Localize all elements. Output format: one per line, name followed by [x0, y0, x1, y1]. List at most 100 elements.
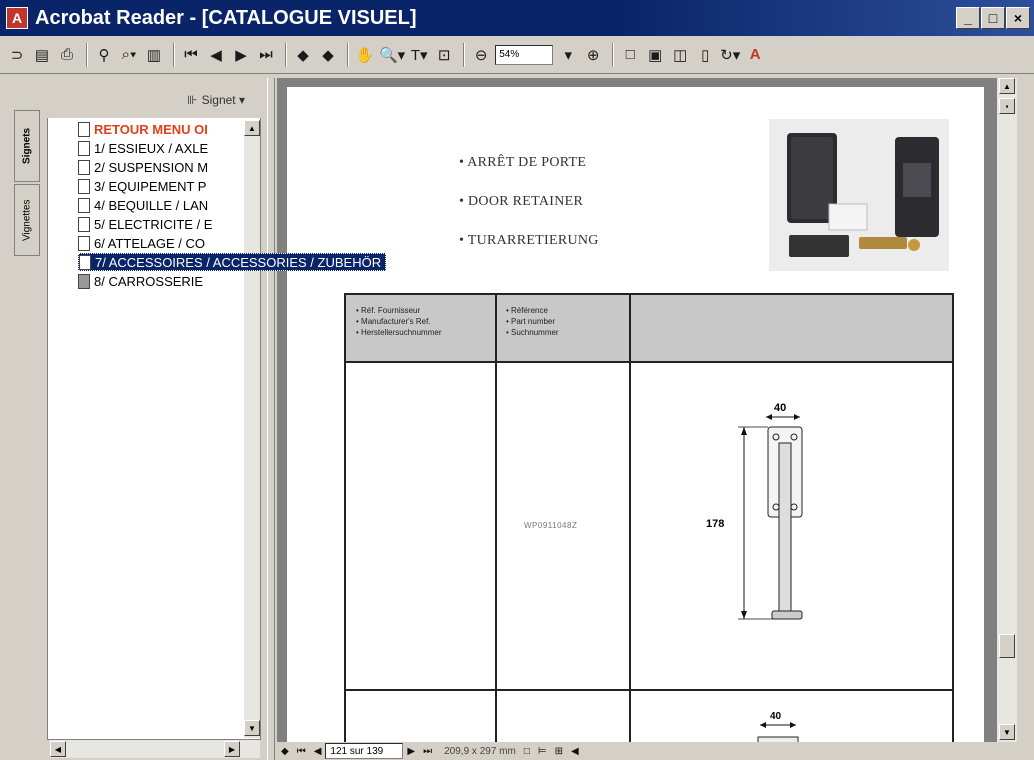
actual-size-icon[interactable]: □	[619, 42, 641, 68]
page-icon	[78, 159, 90, 175]
fit-visible-icon[interactable]: ▯	[694, 42, 716, 68]
bookmark-item[interactable]: 6/ ATTELAGE / CO	[78, 234, 205, 252]
bookmarks-header: ⊪ Signet ▾	[47, 82, 261, 118]
facing-pages-icon[interactable]: ⊞	[555, 746, 563, 757]
bookmark-item[interactable]: 5/ ELECTRICITE / E	[78, 215, 212, 233]
print-icon[interactable]: ⎙	[56, 42, 78, 68]
last-page-icon[interactable]: ⏭	[255, 42, 277, 68]
zoom-dropdown-icon[interactable]: ▾	[557, 42, 579, 68]
zoom-tool-icon[interactable]: 🔍▾	[379, 42, 405, 68]
previous-page-icon[interactable]: ◀	[205, 42, 227, 68]
go-back-icon[interactable]: ◆	[292, 42, 314, 68]
graphics-select-icon[interactable]: ⊡	[433, 42, 455, 68]
first-page-icon[interactable]: ⏮	[297, 746, 306, 757]
maximize-button[interactable]: □	[981, 7, 1005, 29]
toolbar-separator	[463, 42, 466, 67]
scroll-up-icon[interactable]: ▲	[999, 78, 1015, 94]
fit-width-icon[interactable]: ◫	[669, 42, 691, 68]
heading-line-en: • DOOR RETAINER	[459, 194, 584, 209]
page-icon	[78, 140, 90, 156]
go-back-icon[interactable]: ◆	[281, 746, 289, 757]
rotate-icon[interactable]: ↻▾	[719, 42, 741, 68]
scroll-right-icon[interactable]: ▶	[224, 741, 240, 757]
status-bar: ◆ ⏮ ◀ 121 sur 139 ▶ ⏭ 209,9 x 297 mm □ ⊨…	[277, 742, 1017, 760]
scroll-up-icon[interactable]: ▲	[244, 120, 260, 136]
bookmarks-vertical-scrollbar[interactable]: ▲ ▼	[244, 120, 260, 738]
bookmark-item[interactable]: 2/ SUSPENSION M	[78, 158, 208, 176]
text-select-icon[interactable]: T▾	[408, 42, 430, 68]
bookmark-options-menu[interactable]: Signet ▾	[202, 93, 245, 107]
show-hide-nav-icon[interactable]: ▥	[143, 42, 165, 68]
fit-page-icon[interactable]: ▣	[644, 42, 666, 68]
title-bar[interactable]: A Acrobat Reader - [CATALOGUE VISUEL] _ …	[0, 0, 1034, 36]
toolbar-separator	[86, 42, 88, 67]
previous-page-icon[interactable]: ◀	[314, 746, 322, 757]
single-page-icon[interactable]: □	[524, 746, 530, 757]
first-page-icon[interactable]: ⏮	[180, 42, 202, 68]
open-icon[interactable]: ⊃	[6, 42, 28, 68]
page-number-field[interactable]: 121 sur 139	[325, 743, 404, 759]
acrobat-window: A Acrobat Reader - [CATALOGUE VISUEL] _ …	[0, 0, 1034, 760]
next-page-icon[interactable]: ▶	[407, 746, 415, 757]
bookmark-item[interactable]: 8/ CARROSSERIE	[78, 272, 203, 290]
page-icon	[78, 178, 90, 194]
search-icon[interactable]: ⌕▾	[118, 42, 140, 68]
bookmark-item-selected[interactable]: 7/ ACCESSOIRES / ACCESSORIES / ZUBEHÖR	[78, 253, 387, 271]
bookmark-item[interactable]: 3/ EQUIPEMENT P	[78, 177, 206, 195]
bookmark-list: RETOUR MENU OI 1/ ESSIEUX / AXLE 2/ SUSP…	[50, 120, 245, 730]
table-divider	[495, 295, 497, 755]
page-icon	[78, 273, 90, 289]
parts-table: • Réf. Fournisseur • Manufacturer's Ref.…	[344, 293, 954, 755]
zoom-field[interactable]: 54%	[495, 44, 554, 65]
dim-width-label: 40	[774, 402, 786, 414]
hscroll-left-icon[interactable]: ◀	[571, 746, 579, 757]
dim-width-label-2: 40	[770, 711, 782, 722]
pdf-page: • ARRÊT DE PORTE • DOOR RETAINER • TURAR…	[287, 87, 984, 755]
bookmarks-horizontal-scrollbar[interactable]: ◀ ▶	[50, 740, 260, 758]
page-icon	[79, 254, 91, 270]
hand-tool-icon[interactable]: ✋	[354, 42, 376, 68]
tab-vignettes[interactable]: Vignettes	[14, 184, 40, 256]
toolbar-separator	[612, 42, 615, 67]
bookmark-item[interactable]: 4/ BEQUILLE / LAN	[78, 196, 208, 214]
scroll-down-icon[interactable]: ▼	[999, 724, 1015, 740]
save-icon[interactable]: ▤	[31, 42, 53, 68]
find-icon[interactable]: ⚲	[93, 42, 115, 68]
close-button[interactable]: ×	[1006, 7, 1030, 29]
bookmark-item[interactable]: RETOUR MENU OI	[78, 120, 208, 138]
bookmark-item[interactable]: 1/ ESSIEUX / AXLE	[78, 139, 208, 157]
tab-signets[interactable]: Signets	[14, 110, 40, 182]
zoom-in-icon[interactable]: ⊕	[582, 42, 604, 68]
nav-tabs: Signets Vignettes	[14, 110, 40, 260]
toolbar: ⊃ ▤ ⎙ ⚲ ⌕▾ ▥ ⏮ ◀ ▶ ⏭ ◆ ◆ ✋ 🔍▾ T▾ ⊡ ⊖ 54%…	[0, 36, 1034, 74]
scroll-down-icon[interactable]: ▼	[244, 720, 260, 736]
acrobat-app-icon[interactable]: A	[6, 7, 28, 29]
minimize-button[interactable]: _	[956, 7, 980, 29]
heading-line-fr: • ARRÊT DE PORTE	[459, 155, 587, 170]
go-forward-icon[interactable]: ◆	[317, 42, 339, 68]
page-icon	[78, 197, 90, 213]
bookmark-options-icon[interactable]: ⊪	[187, 93, 197, 107]
next-page-icon[interactable]: ▶	[230, 42, 252, 68]
scroll-left-icon[interactable]: ◀	[50, 741, 66, 757]
adobe-logo-icon[interactable]: A	[744, 42, 766, 68]
page-icon	[78, 235, 90, 251]
door-retainer-drawing: 40 178	[706, 402, 803, 620]
last-page-icon[interactable]: ⏭	[423, 746, 432, 757]
scroll-thumb[interactable]	[999, 634, 1015, 658]
toolbar-separator	[285, 42, 287, 67]
table-row-divider	[346, 689, 952, 691]
zoom-out-icon[interactable]: ⊖	[470, 42, 492, 68]
table-divider	[629, 295, 631, 755]
window-title: Acrobat Reader - [CATALOGUE VISUEL]	[35, 6, 417, 29]
document-view[interactable]: • ARRÊT DE PORTE • DOOR RETAINER • TURAR…	[277, 78, 997, 755]
page-size-readout: 209,9 x 297 mm	[444, 745, 516, 757]
document-vertical-scrollbar[interactable]: ▲ ▪ ▼	[997, 78, 1017, 742]
scroll-top-icon[interactable]: ▪	[999, 98, 1015, 114]
part-reference: WP0911048Z	[524, 521, 578, 530]
page-icon	[78, 121, 90, 137]
continuous-icon[interactable]: ⊨	[538, 746, 547, 757]
heading-line-de: • TURARRETIERUNG	[459, 233, 599, 248]
page-icon	[78, 216, 90, 232]
pane-splitter[interactable]	[267, 78, 275, 760]
